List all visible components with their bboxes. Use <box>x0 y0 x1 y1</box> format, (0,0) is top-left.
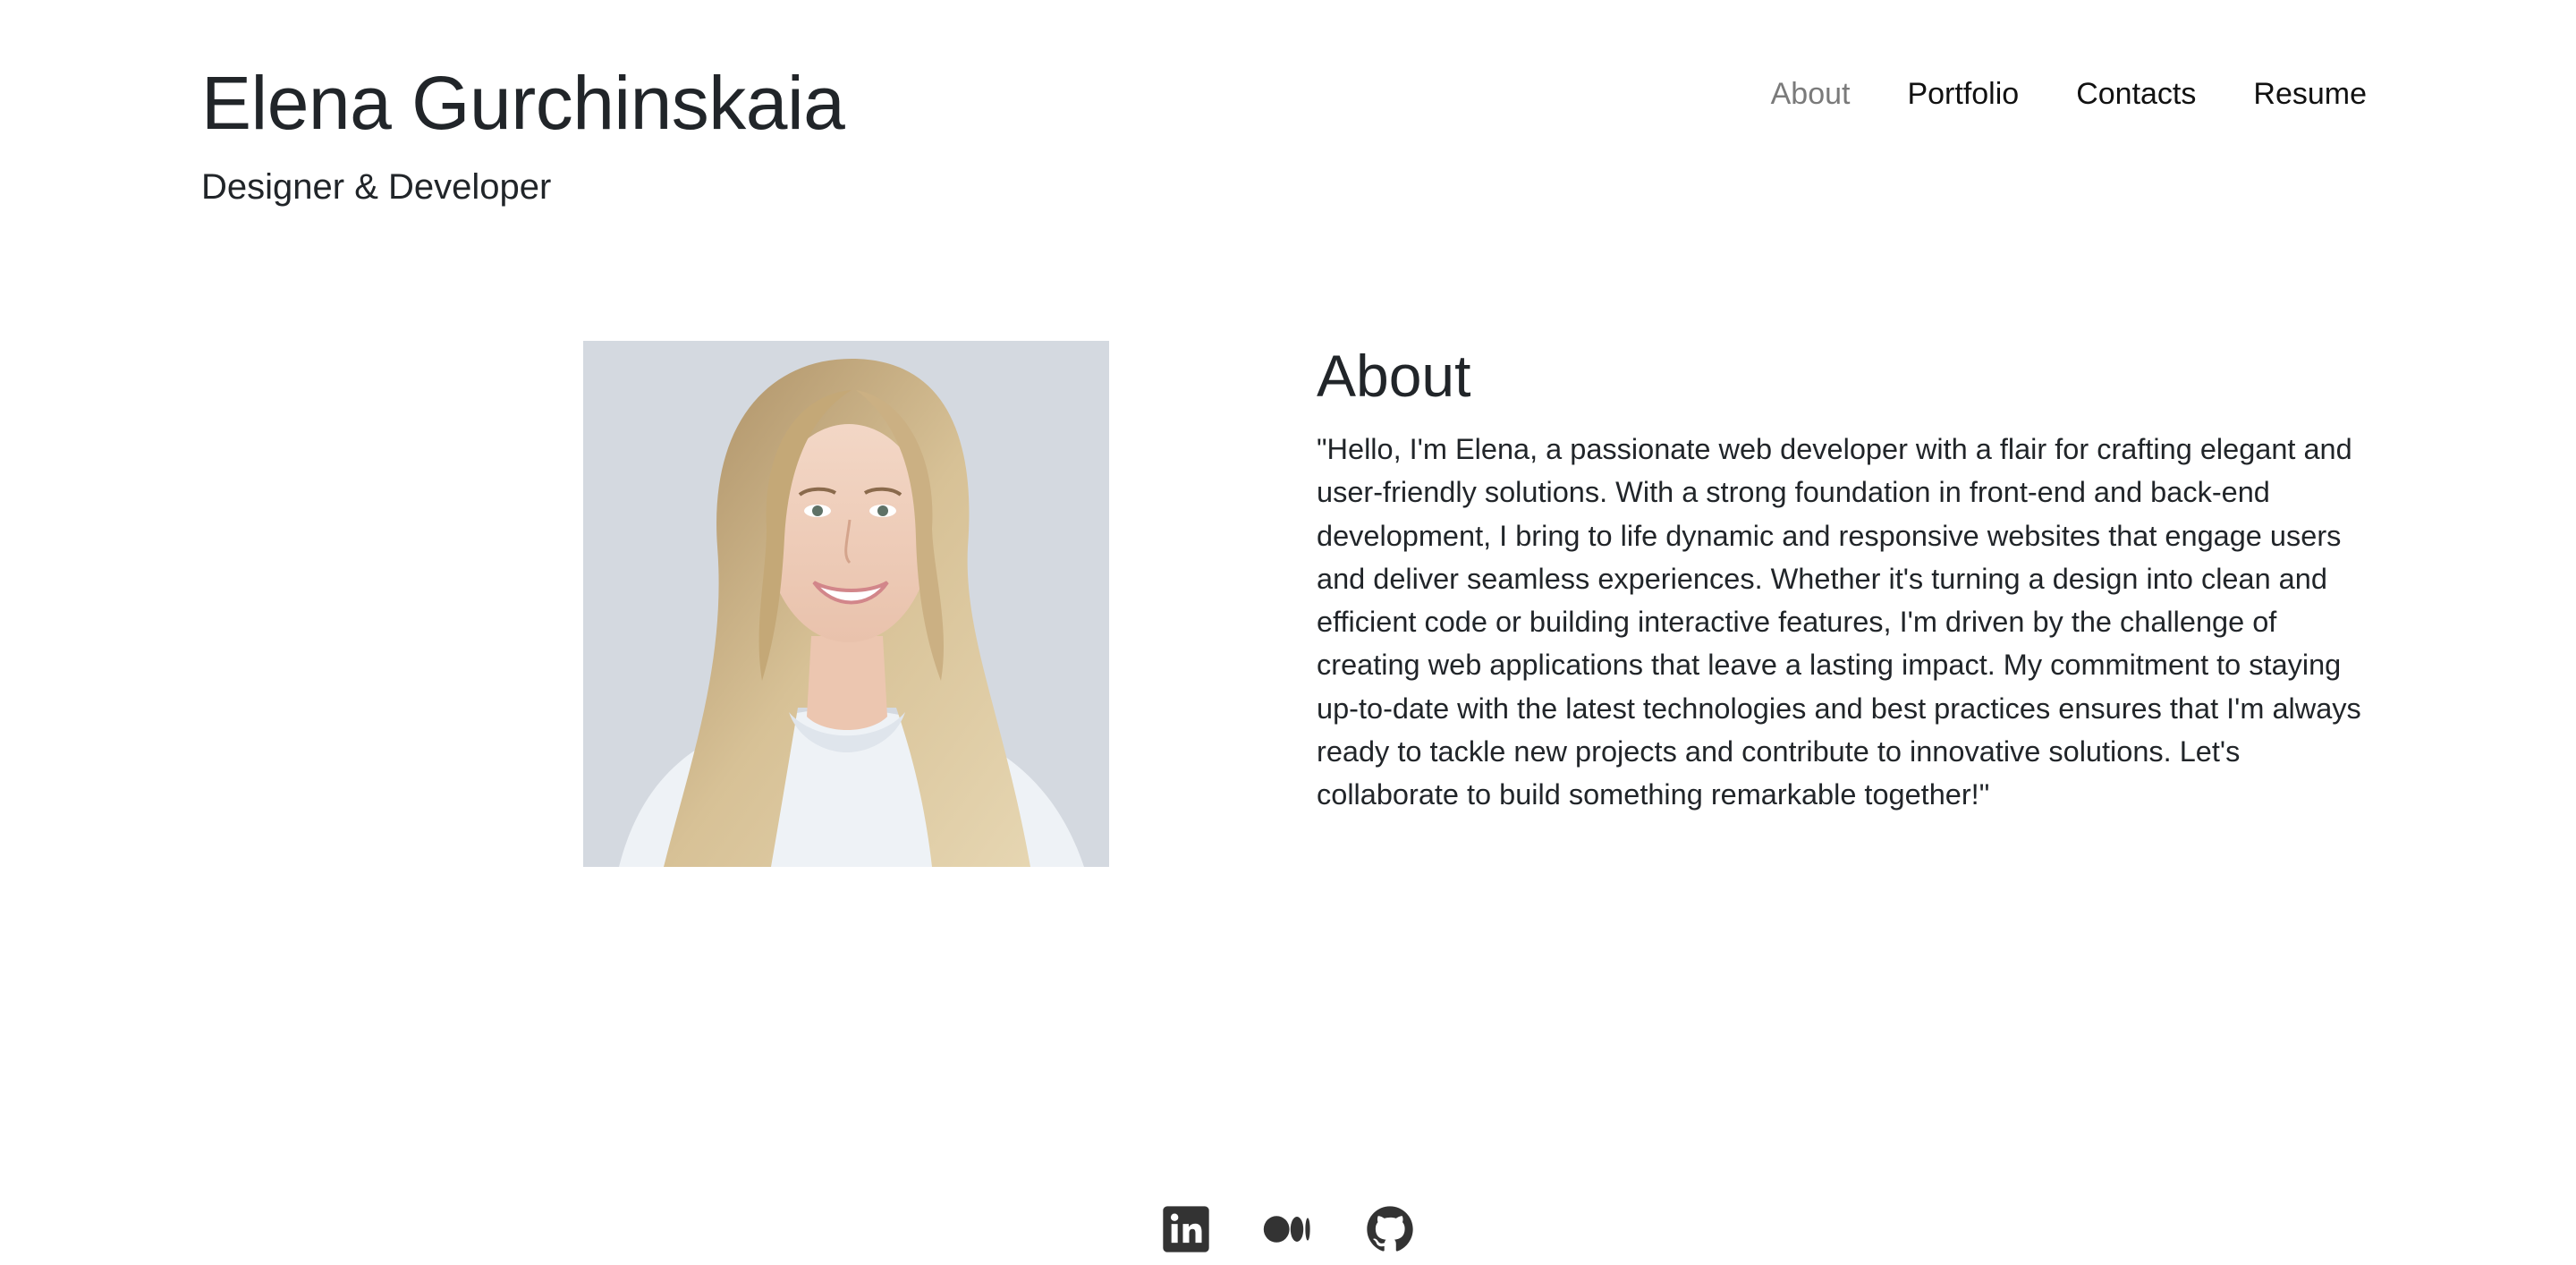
github-link[interactable] <box>1365 1204 1415 1254</box>
nav-link-about[interactable]: About <box>1771 70 1851 118</box>
page: Elena Gurchinskaia Designer & Developer … <box>0 0 2576 1265</box>
github-icon <box>1367 1206 1413 1252</box>
about-text: "Hello, I'm Elena, a passionate web deve… <box>1317 433 2361 811</box>
linkedin-icon <box>1163 1206 1209 1252</box>
about-title: About <box>1317 343 1471 409</box>
site-name: Elena Gurchinskaia <box>201 61 845 145</box>
nav-item-portfolio: Portfolio <box>1907 70 2019 118</box>
social-links <box>0 1204 2576 1254</box>
about-section: About "Hello, I'm Elena, a passionate we… <box>1317 340 2372 817</box>
medium-icon <box>1263 1216 1310 1243</box>
profile-photo <box>583 341 1109 867</box>
main-nav: About Portfolio Contacts Resume <box>1771 70 2367 118</box>
nav-item-contacts: Contacts <box>2076 70 2196 118</box>
nav-link-resume[interactable]: Resume <box>2253 70 2367 118</box>
site-header: Elena Gurchinskaia Designer & Developer <box>201 52 845 209</box>
medium-link[interactable] <box>1263 1204 1313 1254</box>
nav-link-contacts[interactable]: Contacts <box>2076 70 2196 118</box>
nav-item-about: About <box>1771 70 1851 118</box>
nav-link-portfolio[interactable]: Portfolio <box>1907 70 2019 118</box>
site-tagline: Designer & Developer <box>201 167 552 207</box>
nav-item-resume: Resume <box>2253 70 2367 118</box>
linkedin-link[interactable] <box>1161 1204 1211 1254</box>
